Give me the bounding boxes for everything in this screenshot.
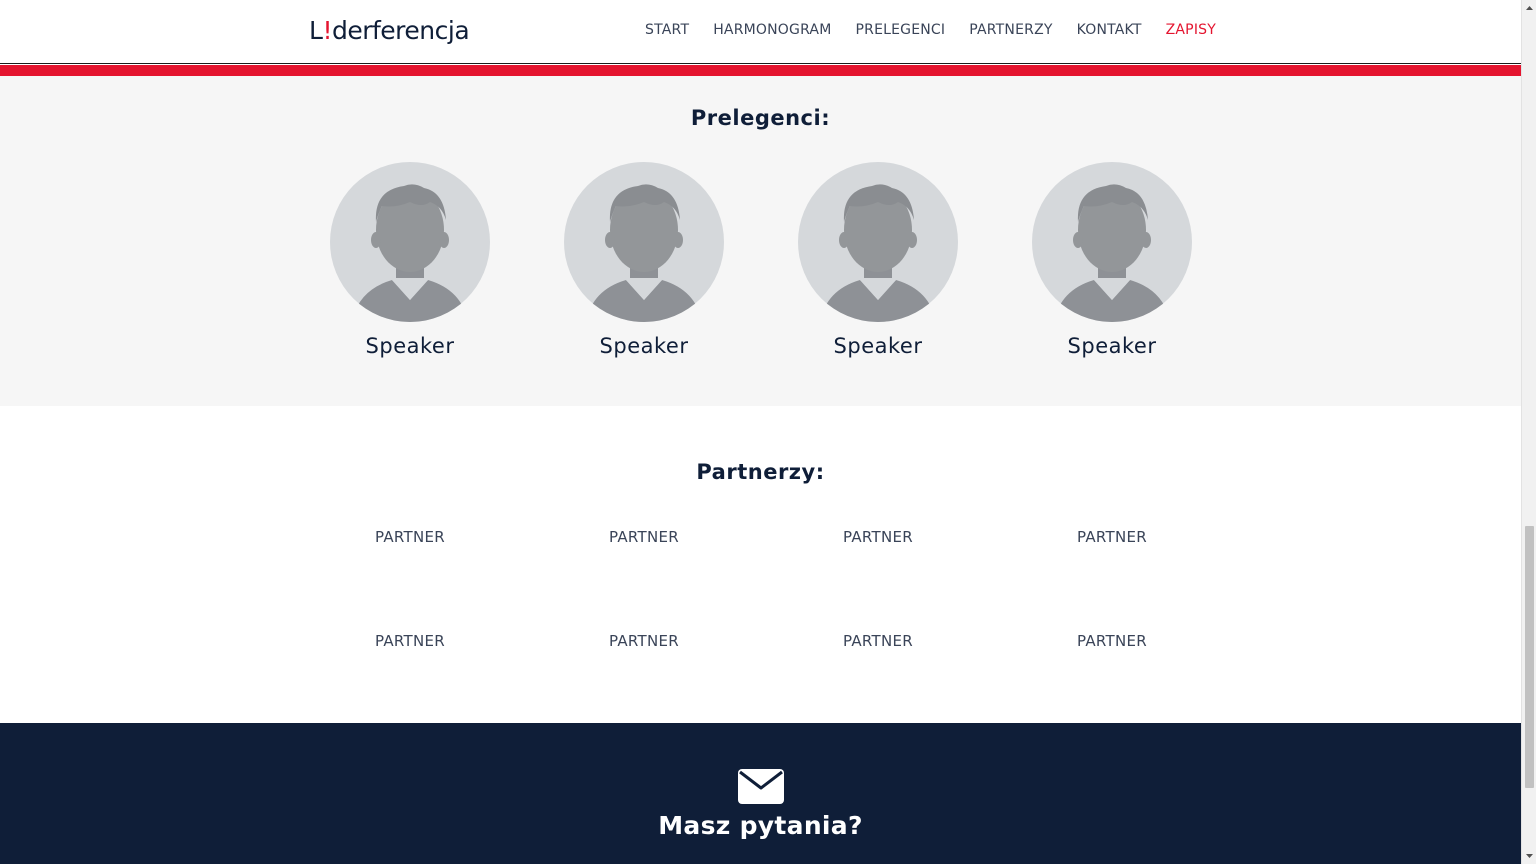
main-nav: START HARMONOGRAM PRELEGENCI PARTNERZY K… [645, 22, 1216, 38]
scroll-down-arrow-icon[interactable] [1522, 848, 1536, 864]
partners-section: Partnerzy: PARTNER PARTNER PARTNER PARTN… [0, 406, 1521, 723]
page: L!derferencja START HARMONOGRAM PRELEGEN… [0, 0, 1521, 864]
avatar-placeholder-icon [1032, 162, 1192, 322]
speakers-title: Prelegenci: [690, 106, 831, 130]
speakers-section: Prelegenci: Speaker Speaker Speaker Spea… [0, 76, 1521, 406]
vertical-scrollbar[interactable] [1521, 0, 1536, 864]
avatar-placeholder-icon [798, 162, 958, 322]
partner-logo[interactable]: PARTNER [798, 528, 958, 546]
nav-link-zapisy[interactable]: ZAPISY [1166, 22, 1216, 38]
avatar-placeholder-icon [564, 162, 724, 322]
speaker-card: Speaker [1032, 162, 1192, 358]
site-header: L!derferencja START HARMONOGRAM PRELEGEN… [0, 0, 1521, 64]
partner-logo[interactable]: PARTNER [564, 528, 724, 546]
speaker-name: Speaker [365, 334, 455, 358]
nav-link-harmonogram[interactable]: HARMONOGRAM [713, 22, 831, 38]
logo-text-suffix: derferencja [331, 16, 470, 45]
partners-title: Partnerzy: [696, 460, 825, 484]
speaker-card: Speaker [564, 162, 724, 358]
speaker-name: Speaker [599, 334, 689, 358]
nav-link-partnerzy[interactable]: PARTNERZY [969, 22, 1052, 38]
nav-link-kontakt[interactable]: KONTAKT [1077, 22, 1142, 38]
partner-logo[interactable]: PARTNER [564, 632, 724, 650]
partner-logo[interactable]: PARTNER [1032, 632, 1192, 650]
logo-text-bang: ! [322, 16, 332, 45]
partner-logo[interactable]: PARTNER [798, 632, 958, 650]
speaker-name: Speaker [1067, 334, 1157, 358]
scroll-up-arrow-icon[interactable] [1522, 0, 1536, 16]
speaker-card: Speaker [798, 162, 958, 358]
contact-section: Masz pytania? [0, 723, 1521, 864]
envelope-icon [738, 769, 784, 804]
partner-logo[interactable]: PARTNER [1032, 528, 1192, 546]
partner-logo[interactable]: PARTNER [330, 528, 490, 546]
nav-link-start[interactable]: START [645, 22, 689, 38]
nav-link-prelegenci[interactable]: PRELEGENCI [856, 22, 946, 38]
speaker-card: Speaker [330, 162, 490, 358]
contact-title: Masz pytania? [658, 811, 863, 840]
avatar-placeholder-icon [330, 162, 490, 322]
partner-logo[interactable]: PARTNER [330, 632, 490, 650]
speaker-name: Speaker [833, 334, 923, 358]
site-logo[interactable]: L!derferencja [309, 16, 470, 45]
logo-text-prefix: L [309, 16, 323, 45]
accent-bar [0, 65, 1521, 76]
scrollbar-thumb[interactable] [1525, 526, 1534, 788]
